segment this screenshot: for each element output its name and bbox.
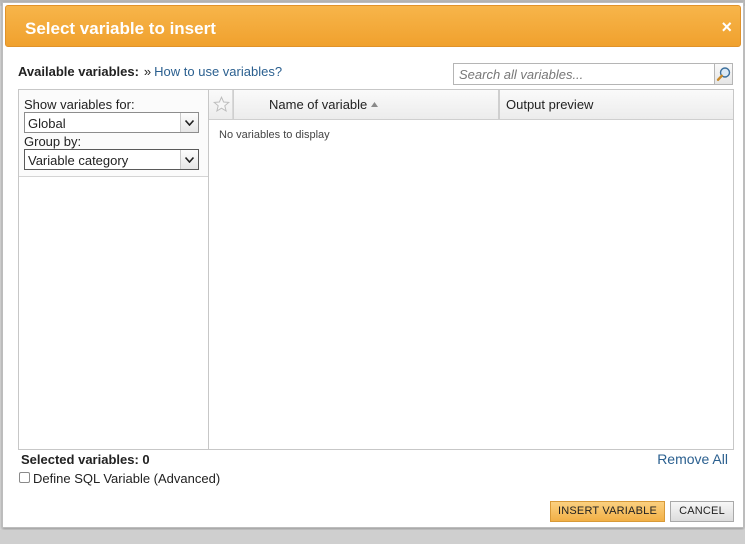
- chevron-down-icon: [185, 157, 194, 163]
- background-app-strip-bottom: [0, 530, 745, 544]
- show-variables-for-select[interactable]: Global: [24, 112, 199, 133]
- define-sql-variable-label[interactable]: Define SQL Variable (Advanced): [33, 471, 220, 486]
- dropdown-arrow: [180, 150, 198, 169]
- filter-controls: Show variables for: Global Group by: Var…: [19, 90, 208, 177]
- dropdown-arrow: [180, 113, 198, 132]
- filter-sidebar: Show variables for: Global Group by: Var…: [19, 90, 209, 449]
- dialog-title: Select variable to insert: [25, 19, 216, 38]
- chevron-down-icon: [185, 120, 194, 126]
- breadcrumb-separator: »: [143, 64, 152, 79]
- dialog-titlebar: Select variable to insert ×: [5, 5, 741, 47]
- define-sql-variable-checkbox[interactable]: [19, 472, 30, 483]
- output-preview-column-header[interactable]: Output preview: [499, 90, 733, 119]
- available-variables-row: Available variables: » How to use variable…: [18, 64, 282, 79]
- show-variables-for-value: Global: [28, 116, 66, 131]
- star-icon: [213, 96, 230, 112]
- select-variable-dialog: Select variable to insert × Available va…: [2, 2, 744, 528]
- insert-variable-button[interactable]: INSERT VARIABLE: [550, 501, 665, 522]
- group-by-value: Variable category: [28, 153, 129, 168]
- empty-grid-message: No variables to display: [219, 129, 330, 141]
- selected-variables-count: Selected variables: 0: [21, 452, 150, 467]
- variables-panel: Show variables for: Global Group by: Var…: [18, 89, 734, 450]
- name-column-header[interactable]: Name of variable: [233, 90, 499, 119]
- cancel-button[interactable]: CANCEL: [670, 501, 734, 522]
- remove-all-link[interactable]: Remove All: [657, 451, 728, 467]
- output-preview-column-label: Output preview: [506, 97, 594, 112]
- group-by-label: Group by:: [24, 134, 82, 149]
- variables-grid: Name of variable Output preview No varia…: [209, 90, 733, 449]
- magnifier-icon: [716, 67, 731, 82]
- grid-header: Name of variable Output preview: [209, 90, 733, 120]
- search-variables-input[interactable]: [453, 63, 715, 85]
- show-variables-for-label: Show variables for:: [24, 97, 135, 112]
- group-by-select[interactable]: Variable category: [24, 149, 199, 170]
- favorite-column-header[interactable]: [209, 90, 233, 119]
- name-column-label: Name of variable: [269, 97, 368, 112]
- how-to-use-variables-link[interactable]: How to use variables?: [154, 64, 282, 79]
- available-variables-label: Available variables:: [18, 64, 139, 79]
- search-button[interactable]: [714, 63, 733, 85]
- sort-ascending-icon: [371, 102, 378, 107]
- close-icon[interactable]: ×: [721, 17, 732, 38]
